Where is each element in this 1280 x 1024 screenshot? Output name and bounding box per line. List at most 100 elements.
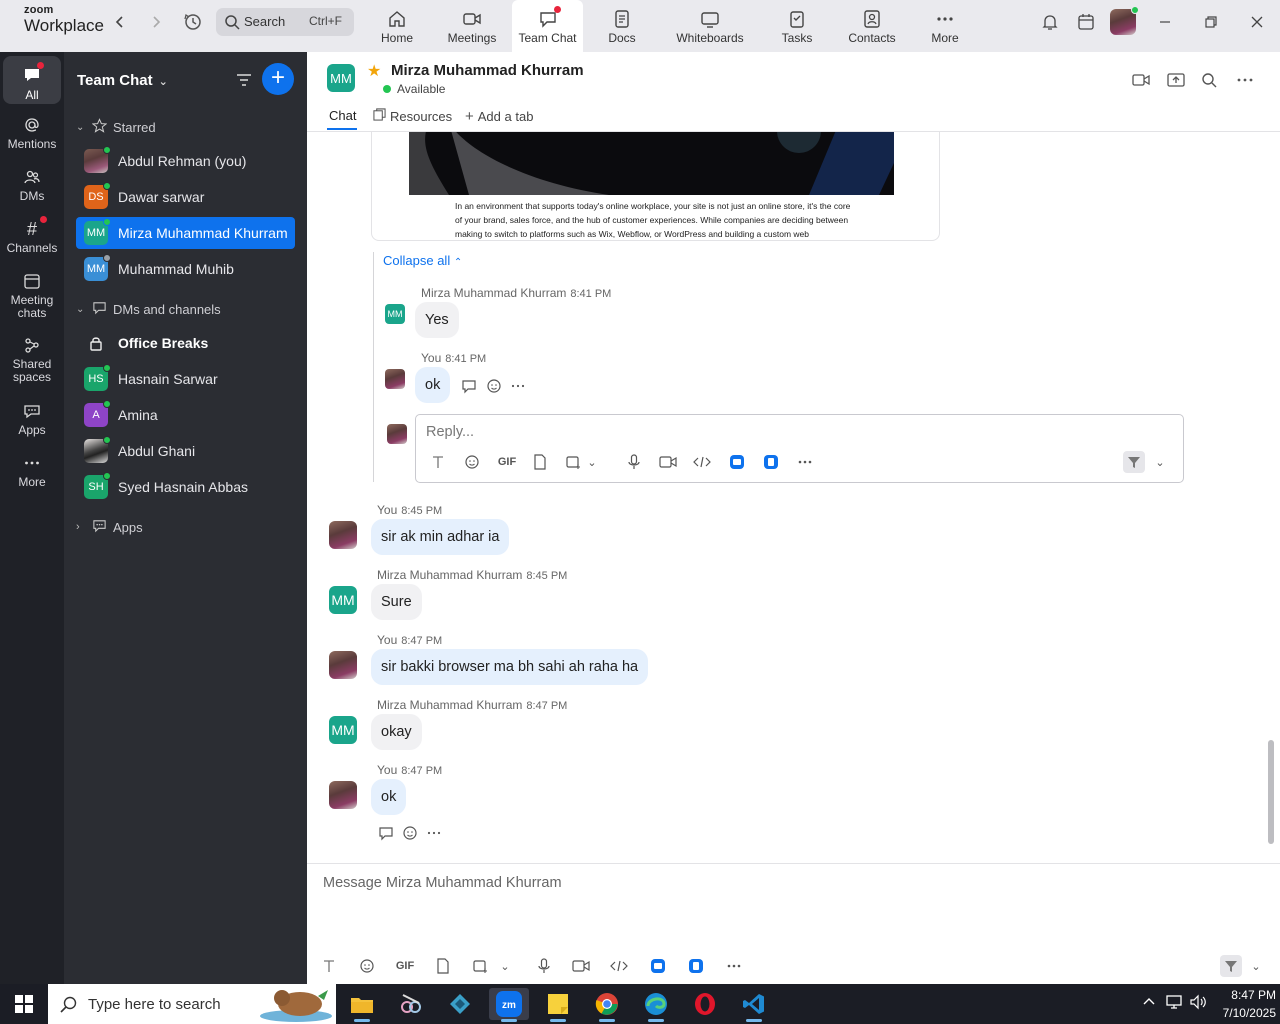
more-dots-icon[interactable] <box>725 957 743 975</box>
edge-icon[interactable] <box>636 988 676 1022</box>
avatar[interactable]: MM <box>329 716 357 744</box>
sidebar-item-abdul-rehman[interactable]: Abdul Rehman (you) <box>76 145 295 177</box>
emoji-react-icon[interactable] <box>401 824 419 842</box>
reply-icon[interactable] <box>377 824 395 842</box>
global-search-box[interactable]: Search Ctrl+F <box>216 8 354 36</box>
share-screen-icon[interactable] <box>1166 70 1186 90</box>
tray-overflow-chevron-icon[interactable] <box>1142 994 1156 1011</box>
zoom-docs-icon[interactable] <box>687 957 705 975</box>
chat-contact-name[interactable]: Mirza Muhammad Khurram <box>391 62 584 79</box>
app-diamond-icon[interactable] <box>440 988 480 1020</box>
apps-section-header[interactable]: › Apps <box>76 518 143 536</box>
emoji-icon[interactable] <box>358 957 376 975</box>
rail-meeting-chats[interactable]: Meeting chats <box>0 270 64 326</box>
screenshot-icon[interactable] <box>564 453 582 471</box>
more-dots-icon[interactable] <box>796 453 814 471</box>
rail-dms[interactable]: DMs <box>0 166 64 208</box>
sidebar-item-mirza-muhammad-khurram[interactable]: MM Mirza Muhammad Khurram <box>76 217 295 249</box>
nav-meetings[interactable]: Meetings <box>441 0 503 52</box>
avatar[interactable] <box>329 521 357 549</box>
back-arrow-icon[interactable] <box>110 12 130 32</box>
gif-icon[interactable]: GIF <box>394 957 416 975</box>
reply-icon[interactable] <box>460 377 478 395</box>
sidebar-item-syed-hasnain-abbas[interactable]: SH Syed Hasnain Abbas <box>76 471 295 503</box>
message-bubble[interactable]: Sure <box>371 584 422 620</box>
send-icon[interactable] <box>1123 451 1145 473</box>
minimize-icon[interactable] <box>1153 10 1177 34</box>
sidebar-title[interactable]: Team Chat ⌄ <box>77 72 168 89</box>
more-dots-icon[interactable] <box>425 824 443 842</box>
rail-mentions[interactable]: Mentions <box>0 114 64 156</box>
volume-icon[interactable] <box>1190 994 1208 1013</box>
message-bubble[interactable]: sir ak min adhar ia <box>371 519 510 555</box>
dms-section-header[interactable]: ⌄ DMs and channels <box>76 300 221 318</box>
nav-home[interactable]: Home <box>367 0 427 52</box>
nav-whiteboards[interactable]: Whiteboards <box>672 0 748 52</box>
zoom-taskbar-icon[interactable]: zm <box>489 988 529 1022</box>
file-icon[interactable] <box>531 453 549 471</box>
chevron-down-icon[interactable]: ⌄ <box>499 957 511 975</box>
message-bubble[interactable]: okay <box>371 714 422 750</box>
chevron-down-icon[interactable]: ⌄ <box>1153 453 1167 471</box>
video-clip-icon[interactable] <box>572 957 590 975</box>
nav-docs[interactable]: Docs <box>597 0 647 52</box>
tab-chat[interactable]: Chat <box>329 108 356 123</box>
avatar[interactable] <box>329 651 357 679</box>
network-icon[interactable] <box>1166 994 1184 1013</box>
rail-channels[interactable]: # Channels <box>0 216 64 260</box>
header-avatar[interactable]: MM <box>327 64 355 92</box>
sidebar-item-dawar-sarwar[interactable]: DS Dawar sarwar <box>76 181 295 213</box>
snipping-tool-icon[interactable] <box>391 988 431 1020</box>
video-call-icon[interactable] <box>1131 70 1151 90</box>
filter-icon[interactable] <box>234 70 254 90</box>
rail-apps[interactable]: Apps <box>0 400 64 442</box>
opera-icon[interactable] <box>685 988 725 1020</box>
search-icon[interactable] <box>1199 70 1219 90</box>
vscode-icon[interactable] <box>734 988 774 1022</box>
emoji-icon[interactable] <box>463 453 481 471</box>
chevron-down-icon[interactable]: ⌄ <box>586 453 598 471</box>
profile-avatar[interactable] <box>1110 6 1139 35</box>
collapse-all-link[interactable]: Collapse all ⌃ <box>383 253 462 268</box>
screenshot-icon[interactable] <box>471 957 489 975</box>
sidebar-item-amina[interactable]: A Amina <box>76 399 295 431</box>
taskbar-search[interactable]: Type here to search <box>48 984 336 1024</box>
scrollbar-thumb[interactable] <box>1268 740 1274 844</box>
microphone-icon[interactable] <box>535 957 553 975</box>
avatar[interactable] <box>329 781 357 809</box>
nav-more[interactable]: More <box>927 0 963 52</box>
avatar[interactable]: MM <box>329 586 357 614</box>
thread-reply-box[interactable]: Reply... GIF ⌄ ⌄ <box>415 414 1184 483</box>
forward-arrow-icon[interactable] <box>146 12 166 32</box>
message-bubble[interactable]: ok <box>415 367 451 403</box>
rail-shared-spaces[interactable]: Shared spaces <box>0 334 64 390</box>
code-snippet-icon[interactable] <box>610 957 628 975</box>
sidebar-item-office-breaks[interactable]: Office Breaks <box>76 327 295 359</box>
avatar[interactable] <box>385 369 405 389</box>
bell-icon[interactable] <box>1038 10 1062 34</box>
starred-section-header[interactable]: ⌄ Starred <box>76 118 156 136</box>
nav-team-chat[interactable]: Team Chat <box>512 0 583 52</box>
code-snippet-icon[interactable] <box>693 453 711 471</box>
message-composer[interactable]: Message Mirza Muhammad Khurram GIF ⌄ ⌄ <box>307 863 1280 984</box>
close-icon[interactable] <box>1245 10 1269 34</box>
chevron-down-icon[interactable]: ⌄ <box>1249 957 1263 975</box>
file-explorer-icon[interactable] <box>342 988 382 1022</box>
star-filled-icon[interactable]: ★ <box>367 61 381 81</box>
text-format-icon[interactable] <box>429 453 447 471</box>
gif-icon[interactable]: GIF <box>496 453 518 471</box>
restore-icon[interactable] <box>1199 10 1223 34</box>
sidebar-item-abdul-ghani[interactable]: Abdul Ghani <box>76 435 295 467</box>
windows-start-icon[interactable] <box>4 988 44 1020</box>
message-bubble[interactable]: ok <box>371 779 407 815</box>
zoom-app-icon[interactable] <box>728 453 746 471</box>
zoom-app-icon[interactable] <box>649 957 667 975</box>
nav-tasks[interactable]: Tasks <box>777 0 817 52</box>
chrome-icon[interactable] <box>587 988 627 1022</box>
avatar[interactable]: MM <box>385 304 405 324</box>
text-format-icon[interactable] <box>320 957 338 975</box>
file-icon[interactable] <box>434 957 452 975</box>
link-preview-card[interactable]: In an environment that supports today's … <box>371 132 940 241</box>
more-dots-icon[interactable] <box>1235 70 1255 90</box>
video-clip-icon[interactable] <box>659 453 677 471</box>
